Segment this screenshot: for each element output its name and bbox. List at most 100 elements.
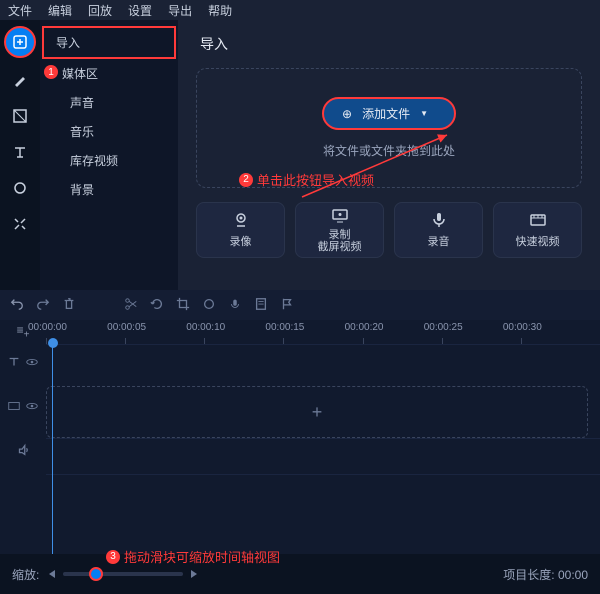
annotation-2: 2 单击此按钮导入视频 bbox=[239, 170, 374, 189]
audio-track-icon bbox=[16, 443, 30, 457]
content-area: 导入 ⊕ 添加文件 ▼ 将文件或文件夹拖到此处 2 单击此按钮导入视频 录像 bbox=[178, 20, 600, 290]
rail-effects-button[interactable] bbox=[6, 66, 34, 94]
cap-label: 录制 bbox=[329, 229, 351, 241]
capture-row: 录像 录制截屏视频 录音 快速视频 bbox=[196, 202, 582, 258]
audio-track[interactable] bbox=[46, 438, 600, 474]
tick-label: 00:00:25 bbox=[424, 322, 463, 333]
title-track[interactable] bbox=[46, 344, 600, 380]
annotation-badge-2: 2 bbox=[239, 173, 253, 187]
plus-icon: ⊕ bbox=[342, 107, 352, 121]
cap-label: 录音 bbox=[428, 233, 450, 249]
chevron-down-icon: ▼ bbox=[420, 109, 428, 118]
menu-settings[interactable]: 设置 bbox=[128, 2, 152, 19]
playhead[interactable] bbox=[52, 344, 53, 554]
add-file-button[interactable]: ⊕ 添加文件 ▼ bbox=[322, 97, 456, 130]
eye-icon bbox=[25, 399, 39, 413]
tick-label: 00:00:15 bbox=[265, 322, 304, 333]
time-ruler[interactable]: 00:00:00 00:00:05 00:00:10 00:00:15 00:0… bbox=[46, 320, 600, 344]
tool-rail bbox=[0, 20, 40, 290]
text-track-icon bbox=[7, 355, 21, 369]
tracks-area: + bbox=[0, 344, 600, 554]
tick-label: 00:00:00 bbox=[28, 322, 67, 333]
video-track-icon bbox=[7, 399, 21, 413]
rotate-button[interactable] bbox=[150, 297, 164, 314]
wand-icon bbox=[12, 72, 28, 88]
undo-icon bbox=[10, 297, 24, 311]
marker-button[interactable] bbox=[280, 297, 294, 314]
redo-icon bbox=[36, 297, 50, 311]
cap-label: 快速视频 bbox=[516, 233, 560, 249]
project-length: 项目长度: 00:00 bbox=[503, 566, 588, 583]
annotation-badge-3: 3 bbox=[106, 550, 120, 564]
content-title: 导入 bbox=[196, 34, 582, 54]
properties-button[interactable] bbox=[254, 297, 268, 314]
mic-icon bbox=[430, 211, 448, 229]
sidebar-item-label: 导入 bbox=[56, 36, 80, 50]
track-header-video[interactable] bbox=[0, 380, 46, 432]
sidebar-item-media[interactable]: 媒体区 bbox=[40, 59, 178, 88]
zoom-slider[interactable] bbox=[63, 572, 183, 576]
zoom-label: 缩放: bbox=[12, 566, 39, 583]
rotate-icon bbox=[150, 297, 164, 311]
empty-track-area bbox=[46, 474, 600, 554]
project-length-value: 00:00 bbox=[558, 568, 588, 582]
cap-sublabel: 截屏视频 bbox=[318, 241, 362, 253]
track-header-title[interactable] bbox=[0, 344, 46, 380]
quick-video-icon bbox=[529, 211, 547, 229]
status-bar: 3 拖动滑块可缩放时间轴视图 缩放: 项目长度: 00:00 bbox=[0, 554, 600, 594]
tick-label: 00:00:05 bbox=[107, 322, 146, 333]
zoom-in-button[interactable] bbox=[191, 570, 197, 578]
crop-icon bbox=[176, 297, 190, 311]
import-plus-icon bbox=[12, 34, 28, 50]
rail-import-button[interactable] bbox=[4, 26, 36, 58]
project-length-label: 项目长度: bbox=[503, 568, 554, 582]
undo-button[interactable] bbox=[10, 297, 24, 314]
delete-button[interactable] bbox=[62, 297, 76, 314]
tick-label: 00:00:10 bbox=[186, 322, 225, 333]
rail-titles-button[interactable] bbox=[6, 138, 34, 166]
capture-quick-button[interactable]: 快速视频 bbox=[493, 202, 582, 258]
trash-icon bbox=[62, 297, 76, 311]
menu-playback[interactable]: 回放 bbox=[88, 2, 112, 19]
rail-transitions-button[interactable] bbox=[6, 102, 34, 130]
sidebar-item-backgrounds[interactable]: 背景 bbox=[40, 175, 178, 204]
menu-bar: 文件 编辑 回放 设置 导出 帮助 bbox=[0, 0, 600, 20]
rail-stickers-button[interactable] bbox=[6, 174, 34, 202]
eye-icon bbox=[25, 355, 39, 369]
transition-icon bbox=[12, 108, 28, 124]
drop-zone[interactable]: ⊕ 添加文件 ▼ 将文件或文件夹拖到此处 2 单击此按钮导入视频 bbox=[196, 68, 582, 188]
redo-button[interactable] bbox=[36, 297, 50, 314]
record-button[interactable] bbox=[228, 297, 242, 314]
sidebar-item-sounds[interactable]: 声音 bbox=[40, 88, 178, 117]
rail-more-button[interactable] bbox=[6, 210, 34, 238]
sidebar-item-music[interactable]: 音乐 bbox=[40, 117, 178, 146]
cut-button[interactable] bbox=[124, 297, 138, 314]
palette-icon bbox=[202, 297, 216, 311]
capture-audio-button[interactable]: 录音 bbox=[394, 202, 483, 258]
page-icon bbox=[254, 297, 268, 311]
timeline: ≡+ 00:00:00 00:00:05 00:00:10 00:00:15 0… bbox=[0, 290, 600, 554]
text-icon bbox=[12, 144, 28, 160]
menu-edit[interactable]: 编辑 bbox=[48, 2, 72, 19]
zoom-knob[interactable] bbox=[89, 567, 103, 581]
tick-label: 00:00:30 bbox=[503, 322, 542, 333]
crop-button[interactable] bbox=[176, 297, 190, 314]
sidebar-item-stock-video[interactable]: 库存视频 bbox=[40, 146, 178, 175]
color-button[interactable] bbox=[202, 297, 216, 314]
sidebar-item-import[interactable]: 导入 bbox=[42, 26, 176, 59]
video-track[interactable]: + bbox=[46, 386, 588, 438]
capture-screen-button[interactable]: 录制截屏视频 bbox=[295, 202, 384, 258]
timeline-toolbar bbox=[0, 290, 600, 320]
add-file-label: 添加文件 bbox=[362, 105, 410, 122]
menu-help[interactable]: 帮助 bbox=[208, 2, 232, 19]
flag-icon bbox=[280, 297, 294, 311]
track-header-audio[interactable] bbox=[0, 432, 46, 468]
webcam-icon bbox=[232, 211, 250, 229]
zoom-out-button[interactable] bbox=[49, 570, 55, 578]
tick-label: 00:00:20 bbox=[345, 322, 384, 333]
annotation-2-text: 单击此按钮导入视频 bbox=[257, 170, 374, 189]
scissors-icon bbox=[124, 297, 138, 311]
menu-export[interactable]: 导出 bbox=[168, 2, 192, 19]
menu-file[interactable]: 文件 bbox=[8, 2, 32, 19]
capture-webcam-button[interactable]: 录像 bbox=[196, 202, 285, 258]
